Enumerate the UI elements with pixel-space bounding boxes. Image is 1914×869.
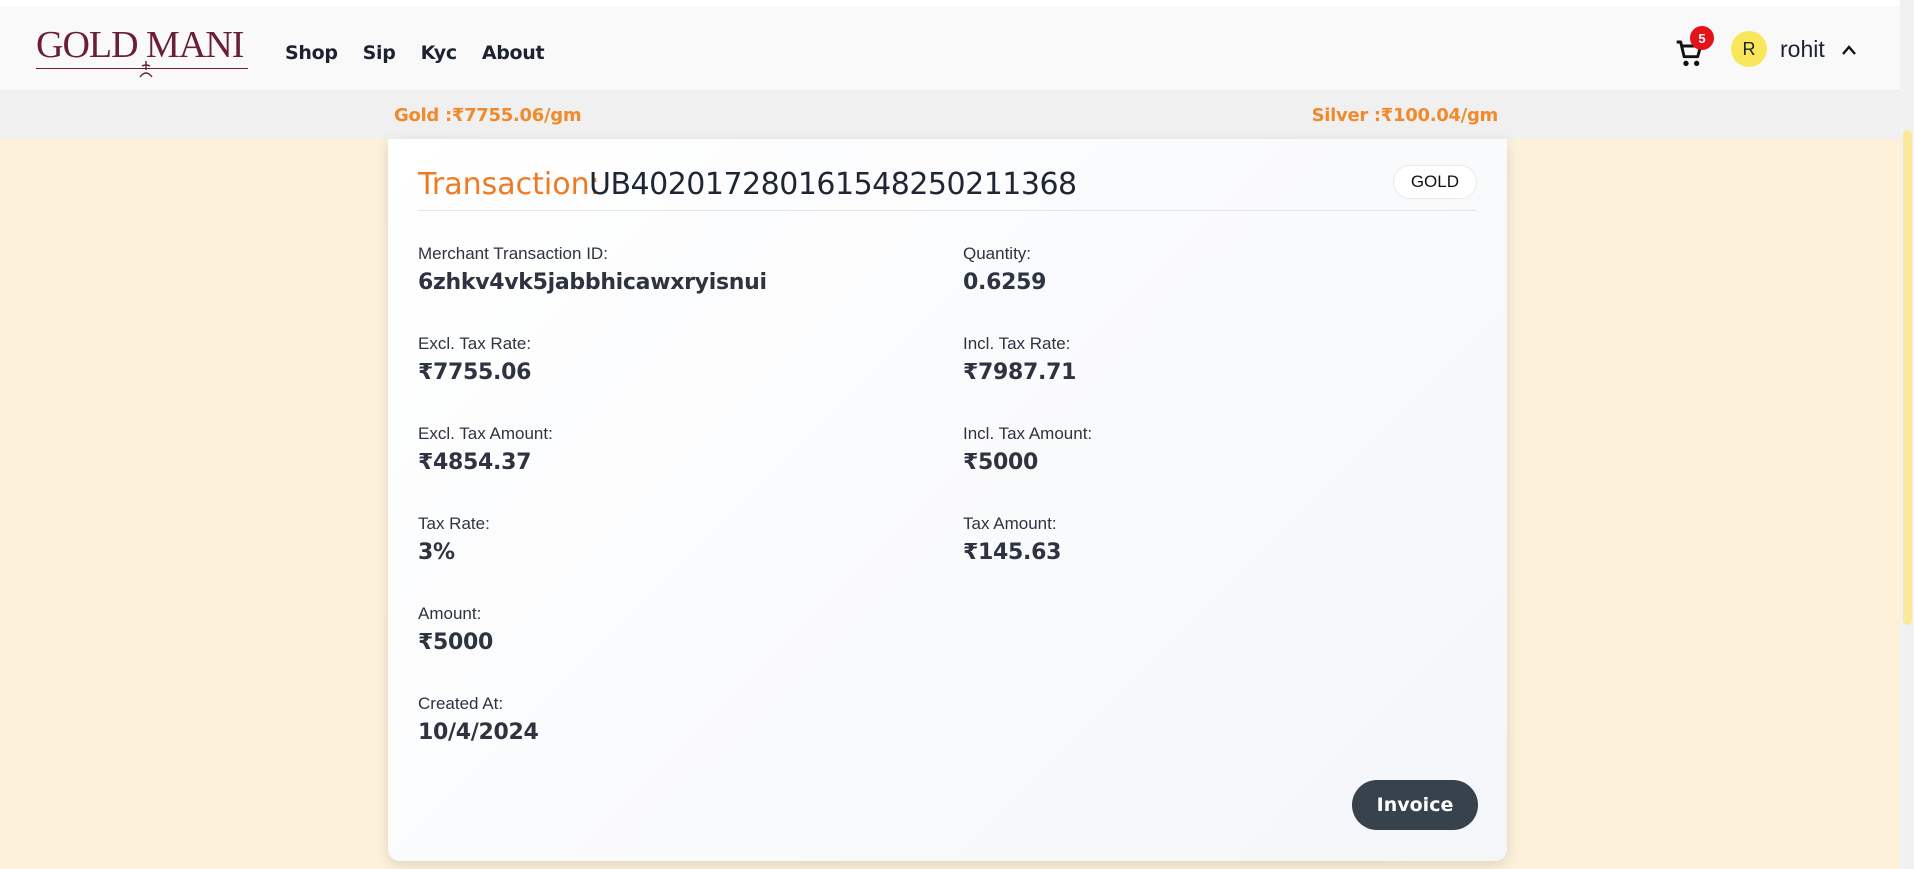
scrollbar[interactable] — [1900, 0, 1914, 869]
transaction-card: Transaction: UB402017280161548250211368 … — [388, 139, 1507, 861]
field-value: ₹7755.06 — [418, 360, 532, 385]
field-value: 6zhkv4vk5jabbhicawxryisnui — [418, 270, 767, 295]
field-amount: Amount: ₹5000 — [418, 604, 493, 655]
logo-underline — [36, 68, 248, 69]
nav-sip[interactable]: Sip — [363, 42, 396, 64]
cart-count-badge: 5 — [1690, 26, 1714, 50]
field-value: ₹5000 — [418, 630, 494, 655]
field-quantity: Quantity: 0.6259 — [963, 244, 1046, 295]
field-value: 10/4/2024 — [418, 720, 539, 745]
navbar: GOLD MANI Shop Sip Kyc About 5 R rohit — [0, 6, 1900, 91]
transaction-header: Transaction: UB402017280161548250211368 … — [418, 153, 1477, 211]
field-value: 0.6259 — [963, 270, 1047, 295]
field-value: ₹7987.71 — [963, 360, 1077, 385]
field-value: ₹145.63 — [963, 540, 1062, 565]
price-ticker: Gold :₹7755.06/gm Silver :₹100.04/gm — [0, 91, 1900, 139]
field-merchant-transaction-id: Merchant Transaction ID: 6zhkv4vk5jabbhi… — [418, 244, 767, 295]
cart-button[interactable]: 5 — [1674, 26, 1714, 68]
transaction-id: UB402017280161548250211368 — [589, 167, 1077, 202]
field-label: Tax Rate: — [418, 514, 490, 533]
field-excl-tax-rate: Excl. Tax Rate: ₹7755.06 — [418, 334, 531, 385]
gold-price: Gold :₹7755.06/gm — [394, 105, 582, 126]
scrollbar-thumb[interactable] — [1903, 130, 1912, 625]
main-nav: Shop Sip Kyc About — [285, 42, 569, 64]
nav-shop[interactable]: Shop — [285, 42, 338, 64]
silver-price: Silver :₹100.04/gm — [1311, 105, 1499, 126]
field-label: Quantity: — [963, 244, 1032, 263]
field-label: Excl. Tax Rate: — [418, 334, 532, 353]
field-label: Incl. Tax Rate: — [963, 334, 1071, 353]
logo[interactable]: GOLD MANI — [36, 24, 248, 80]
field-excl-tax-amount: Excl. Tax Amount: ₹4854.37 — [418, 424, 553, 475]
metal-tag: GOLD — [1392, 165, 1477, 199]
field-incl-tax-amount: Incl. Tax Amount: ₹5000 — [963, 424, 1092, 475]
avatar[interactable]: R — [1731, 31, 1767, 67]
field-label: Merchant Transaction ID: — [418, 244, 608, 263]
field-label: Excl. Tax Amount: — [418, 424, 553, 443]
field-value: ₹5000 — [963, 450, 1039, 475]
field-label: Created At: — [418, 694, 504, 713]
chevron-up-icon[interactable] — [1840, 44, 1858, 56]
invoice-button[interactable]: Invoice — [1352, 780, 1478, 830]
field-label: Incl. Tax Amount: — [963, 424, 1093, 443]
field-created-at: Created At: 10/4/2024 — [418, 694, 539, 745]
field-incl-tax-rate: Incl. Tax Rate: ₹7987.71 — [963, 334, 1076, 385]
field-value: ₹4854.37 — [418, 450, 532, 475]
nav-kyc[interactable]: Kyc — [421, 42, 458, 64]
nav-about[interactable]: About — [482, 42, 545, 64]
username[interactable]: rohit — [1780, 36, 1825, 63]
field-value: 3% — [418, 540, 455, 565]
logo-mark-icon — [139, 61, 153, 78]
field-tax-amount: Tax Amount: ₹145.63 — [963, 514, 1061, 565]
field-label: Amount: — [418, 604, 482, 623]
field-label: Tax Amount: — [963, 514, 1057, 533]
field-tax-rate: Tax Rate: 3% — [418, 514, 490, 565]
transaction-label: Transaction: — [418, 167, 600, 202]
